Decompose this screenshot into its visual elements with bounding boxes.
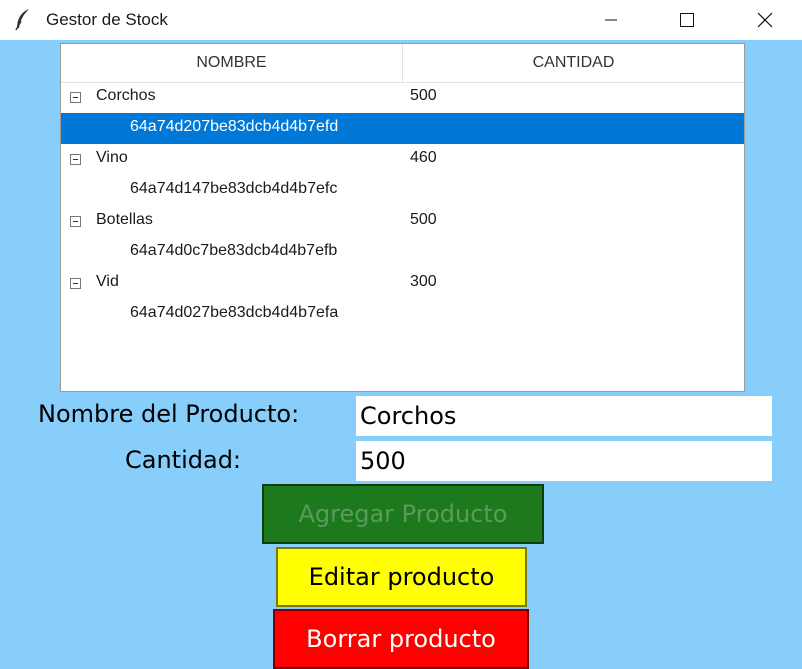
tree-parent-row[interactable]: Botellas 500 <box>61 206 744 237</box>
tree-child-row[interactable]: 64a74d207be83dcb4d4b7efd <box>61 113 744 144</box>
tree-cell-cantidad: 460 <box>410 149 437 166</box>
collapse-icon[interactable] <box>70 154 81 165</box>
tree-cell-nombre: Corchos <box>96 87 156 104</box>
tree-parent-row[interactable]: Vid 300 <box>61 268 744 299</box>
tree-cell-nombre: Vid <box>96 273 119 290</box>
tree-cell-nombre: 64a74d027be83dcb4d4b7efa <box>130 304 339 321</box>
tree-cell-cantidad: 300 <box>410 273 437 290</box>
quantity-input[interactable] <box>356 441 772 481</box>
collapse-icon[interactable] <box>70 278 81 289</box>
tree-parent-row[interactable]: Corchos 500 <box>61 82 744 113</box>
tree-cell-nombre: Botellas <box>96 211 153 228</box>
window-title: Gestor de Stock <box>46 10 168 29</box>
title-bar: Gestor de Stock <box>0 0 802 40</box>
tree-cell-nombre: 64a74d207be83dcb4d4b7efd <box>130 118 339 135</box>
maximize-icon <box>680 13 694 27</box>
add-product-button[interactable]: Agregar Producto <box>262 484 544 544</box>
tree-cell-cantidad: 500 <box>410 211 437 228</box>
close-button[interactable] <box>742 0 788 40</box>
stock-treeview[interactable]: NOMBRE CANTIDAD Corchos 500 64a74d207be83d… <box>60 43 745 392</box>
minimize-icon <box>605 19 617 21</box>
collapse-icon[interactable] <box>70 92 81 103</box>
tree-parent-row[interactable]: Vino 460 <box>61 144 744 175</box>
product-name-label: Nombre del Producto: <box>38 400 300 428</box>
edit-product-button[interactable]: Editar producto <box>276 547 527 607</box>
tree-cell-nombre: 64a74d0c7be83dcb4d4b7efb <box>130 242 338 259</box>
tree-child-row[interactable]: 64a74d027be83dcb4d4b7efa <box>61 299 744 330</box>
quantity-label: Cantidad: <box>125 446 242 474</box>
tree-child-row[interactable]: 64a74d0c7be83dcb4d4b7efb <box>61 237 744 268</box>
tree-header: NOMBRE CANTIDAD <box>61 44 744 83</box>
delete-product-button[interactable]: Borrar producto <box>273 609 529 669</box>
maximize-button[interactable] <box>664 0 710 40</box>
minimize-button[interactable] <box>588 0 634 40</box>
collapse-icon[interactable] <box>70 216 81 227</box>
column-header-nombre[interactable]: NOMBRE <box>61 44 403 82</box>
tree-cell-cantidad: 500 <box>410 87 437 104</box>
tree-child-row[interactable]: 64a74d147be83dcb4d4b7efc <box>61 175 744 206</box>
product-name-input[interactable] <box>356 396 772 436</box>
column-header-cantidad[interactable]: CANTIDAD <box>403 44 744 82</box>
tree-cell-nombre: Vino <box>96 149 128 166</box>
tree-cell-nombre: 64a74d147be83dcb4d4b7efc <box>130 180 338 197</box>
close-icon <box>757 12 773 28</box>
feather-icon <box>15 9 29 31</box>
